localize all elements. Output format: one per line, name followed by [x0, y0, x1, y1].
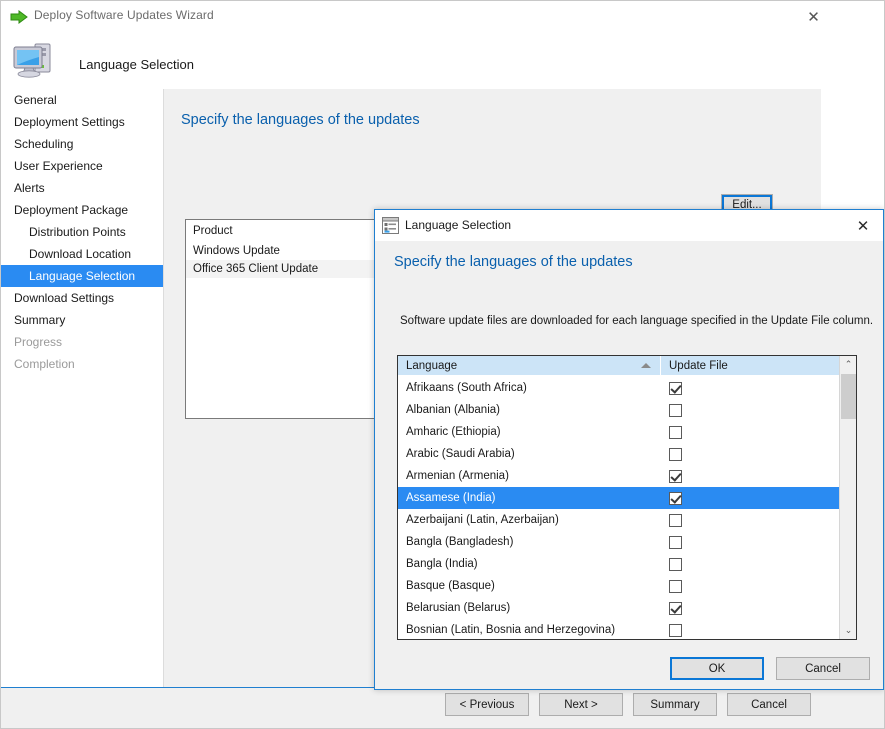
column-header-update-file[interactable]: Update File: [661, 356, 856, 375]
language-name: Afrikaans (South Africa): [398, 382, 661, 394]
scroll-up-icon[interactable]: ⌃: [840, 356, 857, 373]
update-file-cell[interactable]: [661, 470, 839, 483]
sidebar-item-download-location[interactable]: Download Location: [1, 243, 163, 265]
language-name: Arabic (Saudi Arabia): [398, 448, 661, 460]
wizard-sidebar: GeneralDeployment SettingsSchedulingUser…: [1, 89, 163, 687]
language-row[interactable]: Basque (Basque): [398, 575, 839, 597]
dialog-title: Language Selection: [405, 218, 511, 232]
close-icon[interactable]: ✕: [791, 3, 836, 31]
update-file-checkbox[interactable]: [669, 492, 682, 505]
grid-scrollbar[interactable]: ⌃ ⌄: [839, 356, 856, 639]
wizard-header: Language Selection: [1, 32, 884, 89]
update-file-checkbox[interactable]: [669, 426, 682, 439]
wizard-cancel-button[interactable]: Cancel: [727, 693, 811, 716]
update-file-checkbox[interactable]: [669, 514, 682, 527]
language-name: Albanian (Albania): [398, 404, 661, 416]
green-arrow-icon: [10, 9, 28, 25]
language-row[interactable]: Azerbaijani (Latin, Azerbaijan): [398, 509, 839, 531]
language-row[interactable]: Armenian (Armenia): [398, 465, 839, 487]
language-row[interactable]: Arabic (Saudi Arabia): [398, 443, 839, 465]
scrollbar-thumb[interactable]: [841, 374, 856, 419]
language-row[interactable]: Albanian (Albania): [398, 399, 839, 421]
update-file-checkbox[interactable]: [669, 448, 682, 461]
column-header-language[interactable]: Language: [398, 356, 661, 375]
language-name: Basque (Basque): [398, 580, 661, 592]
language-row[interactable]: Assamese (India): [398, 487, 839, 509]
sidebar-item-deployment-settings[interactable]: Deployment Settings: [1, 111, 163, 133]
language-name: Belarusian (Belarus): [398, 602, 661, 614]
language-grid[interactable]: Language Update File Afrikaans (South Af…: [397, 355, 857, 640]
wizard-window: Deploy Software Updates Wizard ✕ Languag…: [0, 0, 885, 729]
update-file-checkbox[interactable]: [669, 382, 682, 395]
computer-monitor-icon: [11, 38, 59, 82]
language-name: Azerbaijani (Latin, Azerbaijan): [398, 514, 661, 526]
sidebar-item-alerts[interactable]: Alerts: [1, 177, 163, 199]
sidebar-item-language-selection[interactable]: Language Selection: [1, 265, 163, 287]
sidebar-item-distribution-points[interactable]: Distribution Points: [1, 221, 163, 243]
update-file-checkbox[interactable]: [669, 536, 682, 549]
grid-header-row: Language Update File: [398, 356, 856, 376]
update-file-cell[interactable]: [661, 448, 839, 461]
update-file-checkbox[interactable]: [669, 404, 682, 417]
language-name: Bangla (Bangladesh): [398, 536, 661, 548]
dialog-heading: Specify the languages of the updates: [394, 254, 633, 270]
wizard-previous-button[interactable]: < Previous: [445, 693, 529, 716]
language-row[interactable]: Bangla (India): [398, 553, 839, 575]
window-titlebar: Deploy Software Updates Wizard ✕: [1, 1, 884, 32]
language-row[interactable]: Amharic (Ethiopia): [398, 421, 839, 443]
update-file-checkbox[interactable]: [669, 580, 682, 593]
language-row[interactable]: Bosnian (Latin, Bosnia and Herzegovina): [398, 619, 839, 639]
sidebar-item-scheduling[interactable]: Scheduling: [1, 133, 163, 155]
sidebar-item-summary[interactable]: Summary: [1, 309, 163, 331]
sidebar-item-completion: Completion: [1, 353, 163, 375]
sidebar-item-user-experience[interactable]: User Experience: [1, 155, 163, 177]
update-file-checkbox[interactable]: [669, 558, 682, 571]
update-file-cell[interactable]: [661, 624, 839, 637]
sidebar-item-general[interactable]: General: [1, 89, 163, 111]
update-file-cell[interactable]: [661, 536, 839, 549]
language-name: Bangla (India): [398, 558, 661, 570]
scroll-down-icon[interactable]: ⌄: [840, 622, 857, 639]
language-row[interactable]: Bangla (Bangladesh): [398, 531, 839, 553]
update-file-checkbox[interactable]: [669, 624, 682, 637]
dialog-buttons: OK Cancel: [670, 657, 870, 680]
update-file-cell[interactable]: [661, 492, 839, 505]
wizard-summary-button[interactable]: Summary: [633, 693, 717, 716]
update-file-checkbox[interactable]: [669, 470, 682, 483]
language-name: Armenian (Armenia): [398, 470, 661, 482]
update-file-cell[interactable]: [661, 404, 839, 417]
language-row[interactable]: Belarusian (Belarus): [398, 597, 839, 619]
dialog-description: Software update files are downloaded for…: [400, 315, 873, 327]
window-form-icon: [382, 217, 399, 234]
cancel-button[interactable]: Cancel: [776, 657, 870, 680]
dialog-titlebar: Language Selection ✕: [375, 210, 883, 241]
dialog-close-icon[interactable]: ✕: [845, 212, 881, 239]
language-name: Assamese (India): [398, 492, 661, 504]
language-name: Bosnian (Latin, Bosnia and Herzegovina): [398, 624, 661, 636]
language-selection-dialog: Language Selection ✕ Specify the languag…: [374, 209, 884, 690]
update-file-cell[interactable]: [661, 426, 839, 439]
update-file-cell[interactable]: [661, 602, 839, 615]
sidebar-item-download-settings[interactable]: Download Settings: [1, 287, 163, 309]
update-file-cell[interactable]: [661, 514, 839, 527]
wizard-footer: < Previous Next > Summary Cancel: [1, 687, 884, 728]
language-row[interactable]: Afrikaans (South Africa): [398, 377, 839, 399]
ok-button[interactable]: OK: [670, 657, 764, 680]
update-file-cell[interactable]: [661, 558, 839, 571]
update-file-cell[interactable]: [661, 382, 839, 395]
column-header-language-label: Language: [406, 360, 457, 372]
sidebar-item-progress: Progress: [1, 331, 163, 353]
window-title: Deploy Software Updates Wizard: [34, 8, 214, 22]
update-file-cell[interactable]: [661, 580, 839, 593]
wizard-next-button[interactable]: Next >: [539, 693, 623, 716]
sidebar-item-deployment-package[interactable]: Deployment Package: [1, 199, 163, 221]
language-name: Amharic (Ethiopia): [398, 426, 661, 438]
grid-rows: Afrikaans (South Africa) Albanian (Albani…: [398, 377, 839, 639]
sort-ascending-icon: [641, 363, 651, 368]
content-heading: Specify the languages of the updates: [181, 112, 420, 128]
page-title: Language Selection: [79, 57, 194, 72]
update-file-checkbox[interactable]: [669, 602, 682, 615]
